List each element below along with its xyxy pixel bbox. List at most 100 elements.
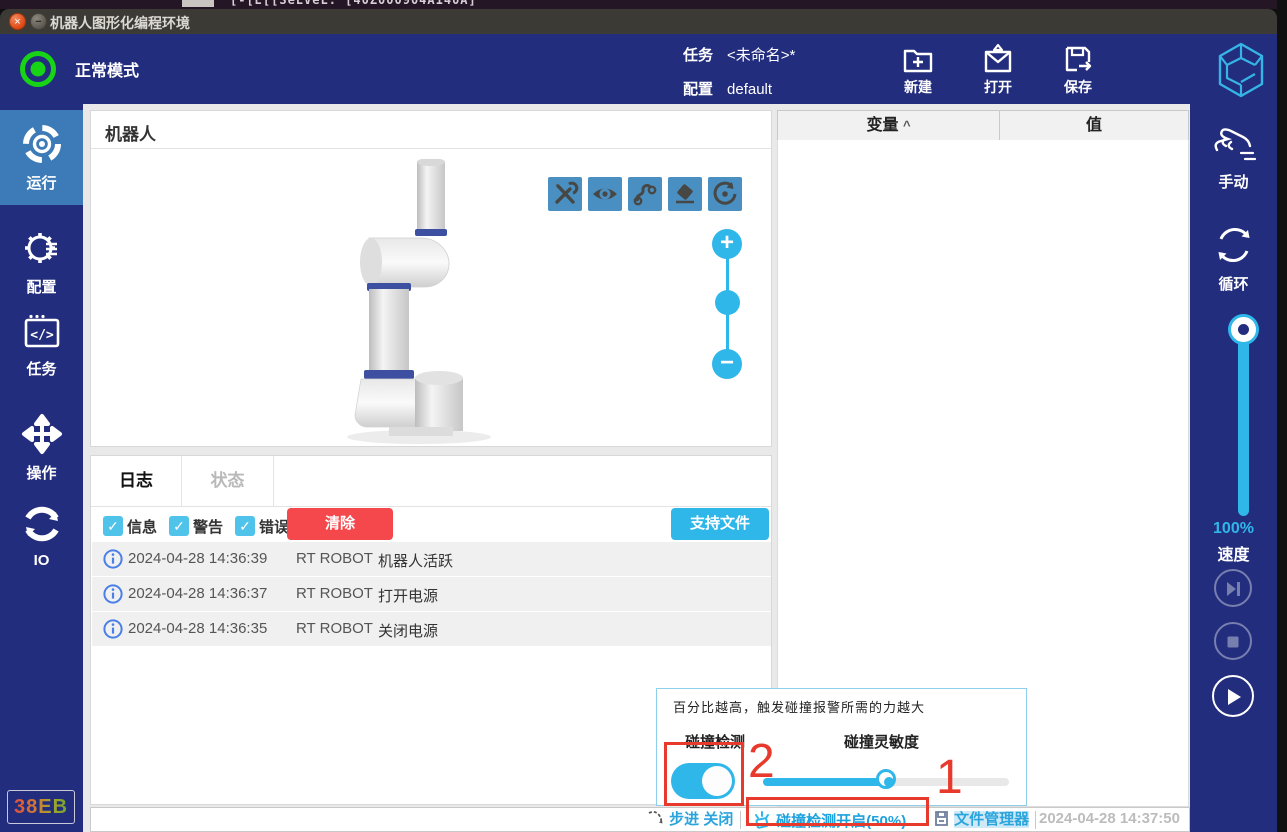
speed-value: 100% xyxy=(1190,520,1277,538)
status-bar: 步进 关闭 碰撞检测开启(50%) 文件管理器 2024-04-28 14:37… xyxy=(90,807,1190,832)
viewport-visibility-button[interactable] xyxy=(588,177,622,211)
zoom-slider-knob[interactable] xyxy=(715,290,740,315)
code-window-icon: </> xyxy=(20,312,64,352)
collision-sensitivity-slider[interactable] xyxy=(763,778,1009,786)
collision-toggle-label: 碰撞检测 xyxy=(685,731,745,752)
manual-mode-button[interactable]: 手动 xyxy=(1190,126,1277,192)
file-manager-label: 文件管理器 xyxy=(954,811,1029,828)
collision-status-label: 碰撞检测开启(50%) xyxy=(776,813,906,830)
loop-icon xyxy=(1211,222,1257,268)
panel-divider xyxy=(91,148,771,149)
brand-logo xyxy=(1216,40,1266,105)
status-code-badge: 38EB xyxy=(7,790,75,824)
run-target-icon xyxy=(20,122,64,166)
filter-warning-checkbox[interactable]: ✓ xyxy=(169,516,189,536)
app-header: 正常模式 任务 <未命名>* 配置default 新建 打开 xyxy=(0,34,1277,104)
log-source: RT ROBOT xyxy=(296,585,373,602)
variables-column-header[interactable]: 变量 ^ xyxy=(777,110,1000,141)
hand-icon xyxy=(1211,126,1257,166)
stop-button[interactable] xyxy=(1214,622,1252,660)
sort-caret-icon: ^ xyxy=(903,118,911,133)
sidebar-item-run[interactable]: 运行 xyxy=(0,122,83,193)
log-time: 2024-04-28 14:36:39 xyxy=(128,550,267,567)
skip-forward-icon xyxy=(1222,578,1244,600)
loop-mode-button[interactable]: 循环 xyxy=(1190,222,1277,294)
log-message: 关闭电源 xyxy=(378,620,438,641)
io-arrows-icon xyxy=(20,502,64,546)
desktop-edge xyxy=(1277,0,1287,832)
robot-arm-3d-view[interactable] xyxy=(331,159,511,447)
log-source: RT ROBOT xyxy=(296,620,373,637)
collision-hint-text: 百分比越高，触发碰撞报警所需的力越大 xyxy=(673,697,925,716)
play-button[interactable] xyxy=(1212,675,1254,717)
step-arrow-icon xyxy=(647,810,665,826)
task-value: <未命名>* xyxy=(727,47,795,64)
robot-panel-title: 机器人 xyxy=(105,120,156,145)
log-row: 2024-04-28 14:36:35 RT ROBOT 关闭电源 xyxy=(92,612,771,646)
info-icon xyxy=(103,549,123,569)
gear-icon xyxy=(20,226,64,270)
file-manager-button[interactable]: 文件管理器 xyxy=(933,810,1029,830)
background-terminal-text: [-[E[[SeLVeL: [40Z000904A140A] xyxy=(230,0,477,7)
filter-info-checkbox[interactable]: ✓ xyxy=(103,516,123,536)
status-green-dot xyxy=(31,62,46,77)
save-task-label: 保存 xyxy=(1048,77,1108,97)
task-label: 任务 xyxy=(683,47,713,64)
play-icon xyxy=(1221,685,1245,709)
window-close-button[interactable]: × xyxy=(9,13,26,30)
mode-label: 正常模式 xyxy=(75,57,139,81)
viewport-path-button[interactable] xyxy=(628,177,662,211)
toggle-knob xyxy=(702,766,732,796)
tab-log[interactable]: 日志 xyxy=(91,456,182,506)
tab-status[interactable]: 状态 xyxy=(182,456,274,506)
slider-fill xyxy=(763,778,886,786)
sidebar-item-config[interactable]: 配置 xyxy=(0,226,83,297)
filter-error-checkbox[interactable]: ✓ xyxy=(235,516,255,536)
speed-slider-track[interactable] xyxy=(1238,320,1249,516)
save-task-button[interactable]: 保存 xyxy=(1048,40,1108,100)
step-forward-button[interactable] xyxy=(1214,569,1252,607)
value-column-header[interactable]: 值 xyxy=(999,110,1189,141)
slider-knob[interactable] xyxy=(876,769,896,789)
config-row: 配置default xyxy=(683,78,772,99)
sidebar-item-run-label: 运行 xyxy=(0,172,83,193)
path-icon xyxy=(631,180,659,208)
stop-icon xyxy=(1222,631,1244,653)
collision-status[interactable]: 碰撞检测开启(50%) xyxy=(752,810,906,830)
collision-detection-toggle[interactable] xyxy=(671,763,735,799)
window-minimize-button[interactable]: − xyxy=(30,13,47,30)
background-window-fragment xyxy=(182,0,214,7)
collision-settings-popup: 百分比越高，触发碰撞报警所需的力越大 碰撞检测 碰撞灵敏度 xyxy=(656,688,1027,806)
clear-log-button[interactable]: 清除 xyxy=(287,508,393,540)
reset-view-icon xyxy=(711,180,739,208)
log-source: RT ROBOT xyxy=(296,550,373,567)
zoom-out-button[interactable]: − xyxy=(712,349,742,379)
viewport-reset-view-button[interactable] xyxy=(708,177,742,211)
new-task-button[interactable]: 新建 xyxy=(888,40,948,100)
speed-slider-knob[interactable] xyxy=(1231,317,1256,342)
manual-mode-label: 手动 xyxy=(1190,171,1277,192)
sidebar-item-operate[interactable]: 操作 xyxy=(0,412,83,483)
file-manager-icon xyxy=(933,810,950,827)
sidebar-item-task[interactable]: </> 任务 xyxy=(0,312,83,379)
mode-status-indicator xyxy=(20,51,56,87)
step-mode-status[interactable]: 步进 关闭 xyxy=(647,810,733,830)
zoom-in-button[interactable]: + xyxy=(712,229,742,259)
open-task-label: 打开 xyxy=(968,77,1028,97)
window-titlebar: × − 机器人图形化编程环境 xyxy=(0,9,1277,34)
robot-3d-panel: 机器人 xyxy=(90,110,772,447)
open-task-button[interactable]: 打开 xyxy=(968,40,1028,100)
save-floppy-icon xyxy=(1061,42,1095,76)
viewport-tools-button[interactable] xyxy=(548,177,582,211)
window-title: 机器人图形化编程环境 xyxy=(50,13,190,33)
new-task-label: 新建 xyxy=(888,77,948,97)
eye-icon xyxy=(591,180,619,208)
variables-header-label: 变量 xyxy=(866,117,898,134)
task-row: 任务 <未命名>* xyxy=(683,44,795,65)
left-sidebar: 运行 配置 </> 任务 xyxy=(0,104,83,832)
status-timestamp: 2024-04-28 14:37:50 xyxy=(1039,810,1180,827)
viewport-eraser-button[interactable] xyxy=(668,177,702,211)
log-message: 机器人活跃 xyxy=(378,550,453,571)
support-files-button[interactable]: 支持文件 xyxy=(671,508,769,540)
sidebar-item-io[interactable]: IO xyxy=(0,502,83,569)
